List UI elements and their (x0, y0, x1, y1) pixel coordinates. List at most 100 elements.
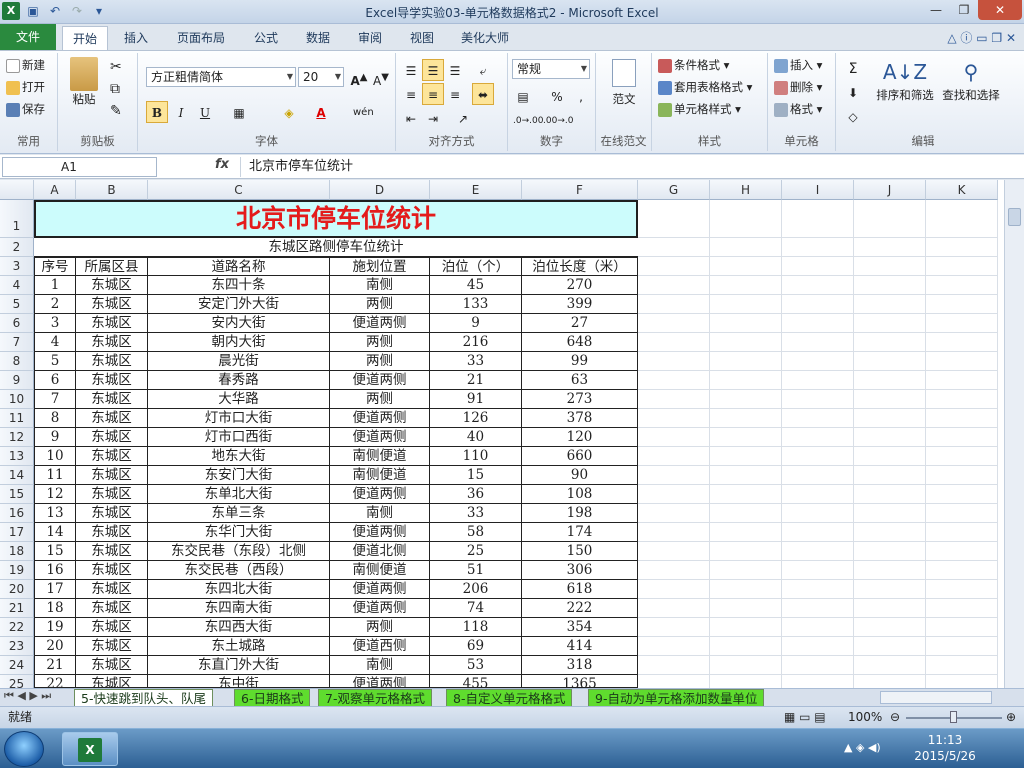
table-cell[interactable]: 南侧 (330, 656, 430, 675)
empty-cell[interactable] (926, 314, 998, 333)
table-cell[interactable]: 两侧 (330, 295, 430, 314)
tab-file[interactable]: 文件 (0, 24, 56, 50)
tab-view[interactable]: 视图 (402, 26, 442, 50)
empty-cell[interactable] (854, 409, 926, 428)
row-header[interactable]: 12 (0, 428, 34, 447)
font-name-select[interactable]: 方正粗倩简体 ▼ (146, 67, 296, 87)
tab-insert[interactable]: 插入 (116, 26, 156, 50)
cut-icon[interactable]: ✂ (110, 59, 122, 75)
empty-cell[interactable] (782, 409, 854, 428)
row-header[interactable]: 2 (0, 238, 34, 257)
table-cell[interactable]: 63 (522, 371, 638, 390)
table-cell[interactable]: 27 (522, 314, 638, 333)
table-cell[interactable]: 东华门大街 (148, 523, 330, 542)
empty-cell[interactable] (926, 409, 998, 428)
table-header-cell[interactable]: 泊位长度（米） (522, 257, 638, 276)
tab-review[interactable]: 审阅 (350, 26, 390, 50)
empty-cell[interactable] (638, 580, 710, 599)
table-header-cell[interactable]: 泊位（个） (430, 257, 522, 276)
view-normal-icon[interactable]: ▦ ▭ ▤ (784, 707, 826, 728)
empty-cell[interactable] (710, 257, 782, 276)
empty-cell[interactable] (638, 428, 710, 447)
table-cell[interactable]: 318 (522, 656, 638, 675)
zoom-in-icon[interactable]: ⊕ (1006, 707, 1016, 728)
empty-cell[interactable] (782, 352, 854, 371)
table-cell[interactable]: 东城区 (76, 371, 148, 390)
row-header[interactable]: 25 (0, 675, 34, 688)
empty-cell[interactable] (926, 504, 998, 523)
zoom-level[interactable]: 100% (848, 707, 882, 728)
table-cell[interactable]: 东城区 (76, 314, 148, 333)
empty-cell[interactable] (854, 466, 926, 485)
table-cell[interactable]: 东四西大街 (148, 618, 330, 637)
worksheet-grid[interactable]: A B C D E F G H I J K 1 2 3 4 5 6 7 8 9 10 11 12 13 14 15 16 17 18 19… (0, 180, 1004, 688)
sheet-tab[interactable]: 6-日期格式 (234, 689, 311, 707)
empty-cell[interactable] (782, 295, 854, 314)
clock[interactable]: 11:13 2015/5/26 (900, 732, 990, 764)
table-cell[interactable]: 东单北大街 (148, 485, 330, 504)
empty-cell[interactable] (926, 352, 998, 371)
autosum-icon[interactable]: Σ (842, 57, 864, 79)
table-cell[interactable]: 东交民巷（西段） (148, 561, 330, 580)
table-cell[interactable]: 南侧 (330, 504, 430, 523)
phonetic-icon[interactable]: wén (352, 101, 374, 123)
table-cell[interactable]: 9 (34, 428, 76, 447)
templates-button[interactable]: 范文 (604, 59, 644, 107)
table-cell[interactable]: 378 (522, 409, 638, 428)
empty-cell[interactable] (854, 656, 926, 675)
shrink-font-button[interactable]: A▼ (370, 66, 392, 88)
align-middle-icon[interactable]: ☰ (422, 59, 444, 81)
table-cell[interactable]: 306 (522, 561, 638, 580)
table-cell[interactable]: 273 (522, 390, 638, 409)
table-cell[interactable]: 15 (430, 466, 522, 485)
empty-cell[interactable] (926, 561, 998, 580)
borders-icon[interactable]: ▦ (228, 101, 250, 123)
table-cell[interactable]: 东城区 (76, 276, 148, 295)
empty-cell[interactable] (710, 561, 782, 580)
empty-cell[interactable] (854, 371, 926, 390)
table-cell[interactable]: 120 (522, 428, 638, 447)
number-format-select[interactable]: 常规 ▼ (512, 59, 590, 79)
table-cell[interactable]: 8 (34, 409, 76, 428)
empty-cell[interactable] (638, 295, 710, 314)
align-top-icon[interactable]: ☰ (400, 59, 422, 81)
empty-cell[interactable] (710, 504, 782, 523)
tab-formulas[interactable]: 公式 (246, 26, 286, 50)
table-cell[interactable]: 东单三条 (148, 504, 330, 523)
empty-cell[interactable] (854, 295, 926, 314)
table-cell[interactable]: 17 (34, 580, 76, 599)
sheet-tab[interactable]: 9-自动为单元格添加数量单位 (588, 689, 765, 707)
empty-cell[interactable] (638, 371, 710, 390)
zoom-out-icon[interactable]: ⊖ (890, 707, 900, 728)
table-cell[interactable]: 270 (522, 276, 638, 295)
empty-cell[interactable] (782, 257, 854, 276)
empty-cell[interactable] (782, 447, 854, 466)
empty-cell[interactable] (782, 200, 854, 238)
empty-cell[interactable] (782, 371, 854, 390)
row-header[interactable]: 19 (0, 561, 34, 580)
increase-indent-icon[interactable]: ⇥ (422, 107, 444, 129)
empty-cell[interactable] (638, 276, 710, 295)
vertical-scrollbar[interactable] (1004, 180, 1024, 688)
empty-cell[interactable] (638, 675, 710, 688)
column-header-a[interactable]: A (34, 180, 76, 200)
table-header-cell[interactable]: 施划位置 (330, 257, 430, 276)
table-cell[interactable]: 东城区 (76, 675, 148, 688)
empty-cell[interactable] (710, 238, 782, 257)
table-header-cell[interactable]: 所属区县 (76, 257, 148, 276)
empty-cell[interactable] (710, 371, 782, 390)
table-cell[interactable]: 7 (34, 390, 76, 409)
table-cell[interactable]: 东城区 (76, 656, 148, 675)
row-header[interactable]: 21 (0, 599, 34, 618)
open-button[interactable]: 打开 (6, 79, 45, 95)
row-header[interactable]: 6 (0, 314, 34, 333)
empty-cell[interactable] (710, 466, 782, 485)
empty-cell[interactable] (710, 352, 782, 371)
name-box[interactable]: A1 (2, 157, 157, 177)
empty-cell[interactable] (782, 542, 854, 561)
tray-icons[interactable]: ▲ ◈ ◀) (844, 741, 881, 754)
insert-function-button[interactable]: fx (215, 157, 229, 172)
table-cell[interactable]: 45 (430, 276, 522, 295)
empty-cell[interactable] (854, 675, 926, 688)
table-header-cell[interactable]: 序号 (34, 257, 76, 276)
